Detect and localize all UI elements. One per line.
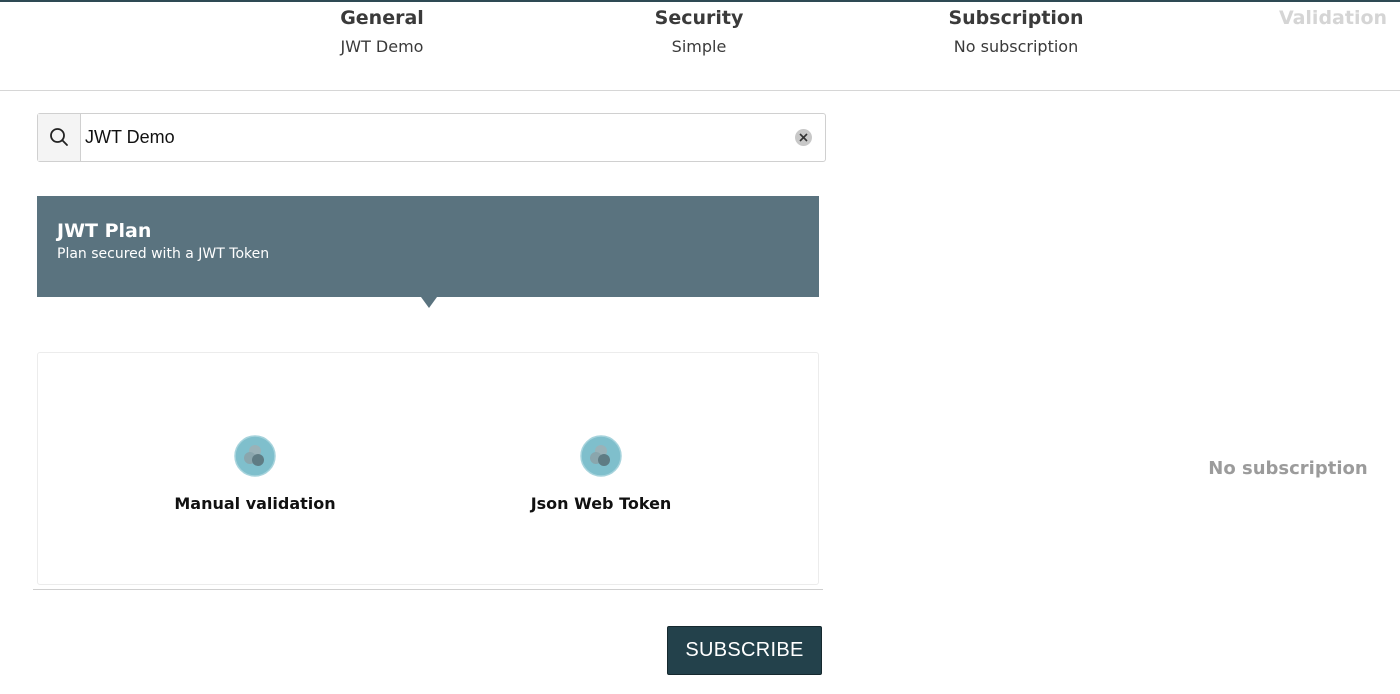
step-title: Security [654, 7, 744, 29]
step-value: Simple [671, 37, 727, 56]
subscribe-button[interactable]: SUBSCRIBE [667, 626, 822, 675]
search-input[interactable] [82, 114, 782, 161]
plan-selected-arrow [421, 297, 437, 308]
plan-name: JWT Plan [57, 220, 152, 242]
plan-description: Plan secured with a JWT Token [57, 246, 270, 262]
security-type-label: Manual validation [174, 494, 336, 513]
step-title: General [340, 7, 424, 29]
no-subscription-text: No subscription [1208, 458, 1368, 479]
security-type-jwt[interactable]: Json Web Token [451, 435, 751, 514]
search-icon [50, 128, 68, 146]
search-addon [38, 114, 81, 161]
search-box [37, 113, 826, 162]
step-general[interactable]: General JWT Demo [262, 6, 502, 57]
step-value: No subscription [953, 37, 1079, 56]
step-title: Subscription [948, 7, 1084, 29]
subscription-wizard: General JWT Demo Security Simple Subscri… [0, 0, 1400, 694]
clear-search-button[interactable] [795, 129, 812, 146]
validation-type-icon [234, 435, 276, 477]
security-type-manual-validation[interactable]: Manual validation [105, 435, 405, 514]
step-title: Validation [1278, 7, 1388, 29]
clear-icon [799, 133, 808, 142]
security-type-label: Json Web Token [530, 494, 672, 513]
security-types-panel: Manual validation Json Web Token [37, 352, 819, 585]
step-security[interactable]: Security Simple [579, 6, 819, 57]
step-validation: Validation [1213, 6, 1400, 37]
stepper: General JWT Demo Security Simple Subscri… [0, 2, 1400, 91]
jwt-type-icon [580, 435, 622, 477]
plan-card-jwt[interactable]: JWT Plan Plan secured with a JWT Token [37, 196, 819, 297]
step-value: JWT Demo [340, 37, 424, 56]
step-subscription[interactable]: Subscription No subscription [896, 6, 1136, 57]
section-divider [33, 589, 823, 590]
